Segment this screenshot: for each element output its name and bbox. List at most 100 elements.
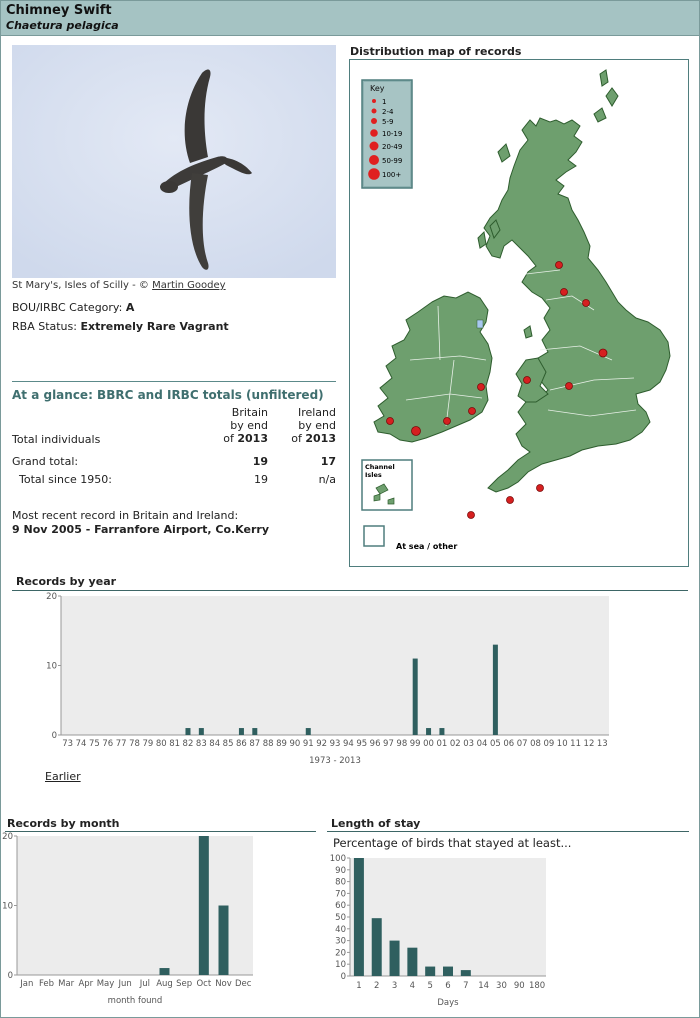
- month-xtick-label: Dec: [235, 979, 252, 989]
- year-xtick-label: 10: [557, 739, 568, 749]
- grand-total-label: Grand total:: [12, 455, 79, 468]
- key-item-3: 5-9: [382, 118, 393, 126]
- ireland-head-line3: of 2013: [291, 432, 336, 445]
- month-xtick-label: Oct: [196, 979, 211, 989]
- month-xtick-label: Mar: [58, 979, 75, 989]
- year-xtick-label: 77: [116, 739, 127, 749]
- year-xtick-label: 00: [423, 739, 434, 749]
- year-bar: [252, 728, 258, 735]
- glance-title: At a glance: BBRC and IRBC totals (unfil…: [12, 388, 324, 402]
- length-of-stay-chart: 01020304050607080901001 2 3 4 5 6 7 14 30 90 180Da…: [330, 854, 546, 1008]
- records-by-month-chart: 0 10 20 Jan Feb Mar Apr May Jun Jul Aug Sep Oct Nov De…: [2, 832, 253, 1006]
- species-common-name: Chimney Swift: [6, 3, 112, 18]
- photographer-link[interactable]: Martin Goodey: [152, 280, 226, 291]
- year-bar: [492, 644, 498, 735]
- total-individuals-label: Total individuals: [12, 433, 101, 446]
- stay-ytick-label: 20: [335, 948, 346, 958]
- year-xtick-label: 02: [450, 739, 461, 749]
- category-label: BOU/IRBC Category:: [12, 301, 126, 314]
- year-xtick-label: 79: [142, 739, 153, 749]
- records-by-month-title: Records by month: [7, 817, 120, 830]
- year-bar: [185, 728, 191, 735]
- month-xtick-label: Jun: [118, 979, 132, 989]
- year-xtick-label: 90: [289, 739, 300, 749]
- month-xtick-label: Feb: [39, 979, 54, 989]
- length-of-stay-subtitle: Percentage of birds that stayed at least…: [333, 836, 572, 850]
- stay-ytick-label: 40: [335, 925, 346, 935]
- stay-ytick-label: 30: [335, 937, 346, 947]
- ireland-head-line1: Ireland: [297, 406, 336, 419]
- year-xtick-label: 04: [477, 739, 488, 749]
- year-xtick-label: 93: [330, 739, 341, 749]
- earlier-link[interactable]: Earlier: [45, 770, 81, 783]
- month-bar: [198, 836, 209, 975]
- month-x-label: month found: [108, 996, 163, 1006]
- stay-xtick-label: 180: [529, 981, 545, 991]
- year-xtick-label: 84: [209, 739, 220, 749]
- year-xtick-label: 88: [263, 739, 274, 749]
- grand-total-ireland: 17: [320, 455, 336, 468]
- stay-bar: [460, 970, 471, 976]
- records-by-year-chart: 0102073 74 75 76 77 78 79 80 81 82 83 84 85 86 87 88 89 9…: [46, 592, 609, 766]
- map-title: Distribution map of records: [350, 45, 522, 58]
- month-xtick-label: Jul: [139, 979, 150, 989]
- at-sea-box: [363, 525, 385, 547]
- stay-xtick-label: 14: [478, 981, 489, 991]
- ireland-head-year: 2013: [305, 432, 336, 445]
- stay-ytick-label: 0: [341, 972, 346, 982]
- year-xtick-label: 73: [62, 739, 73, 749]
- year-plot-area: [61, 596, 609, 735]
- year-xtick-label: 06: [503, 739, 514, 749]
- since1950-ireland: n/a: [318, 473, 336, 486]
- year-xtick-label: 96: [370, 739, 381, 749]
- stay-ytick-label: 10: [335, 960, 346, 970]
- month-xtick-label: May: [97, 979, 115, 989]
- key-item-2: 2-4: [382, 108, 394, 116]
- stay-xtick-label: 5: [427, 981, 432, 991]
- britain-landmass: [483, 117, 671, 493]
- map-key: Key 1 2-4 5-9 10-19 20-49 50-99 100+: [361, 79, 413, 189]
- key-item-7: 100+: [382, 171, 401, 179]
- year-ytick-label: 20: [46, 592, 57, 602]
- year-xtick-label: 81: [169, 739, 180, 749]
- year-xtick-label: 86: [236, 739, 247, 749]
- stay-xtick-label: 3: [392, 981, 397, 991]
- year-xtick-label: 74: [76, 739, 87, 749]
- distribution-map[interactable]: Key 1 2-4 5-9 10-19 20-49 50-99 100+ Cha…: [349, 59, 689, 567]
- year-xtick-label: 80: [156, 739, 167, 749]
- year-xtick-label: 03: [463, 739, 474, 749]
- stay-ytick-label: 70: [335, 889, 346, 899]
- species-header: Chimney Swift Chaetura pelagica: [1, 1, 699, 36]
- year-xtick-label: 85: [223, 739, 234, 749]
- stay-bar: [407, 947, 418, 976]
- stay-xtick-label: 90: [514, 981, 525, 991]
- key-item-4: 10-19: [382, 130, 402, 138]
- year-xtick-label: 94: [343, 739, 354, 749]
- month-ytick-label: 20: [2, 832, 13, 842]
- rba-value: Extremely Rare Vagrant: [80, 320, 229, 333]
- year-xtick-label: 05: [490, 739, 501, 749]
- stay-xtick-label: 2: [374, 981, 379, 991]
- category-value: A: [125, 301, 135, 314]
- year-xtick-label: 11: [570, 739, 581, 749]
- rba-status-row: RBA Status: Extremely Rare Vagrant: [12, 320, 229, 333]
- year-ytick-label: 0: [52, 731, 57, 741]
- year-xtick-label: 12: [584, 739, 595, 749]
- key-item-1: 1: [382, 98, 386, 106]
- stay-ytick-label: 100: [330, 854, 346, 864]
- species-photo[interactable]: [12, 45, 336, 278]
- stay-xtick-label: 4: [410, 981, 415, 991]
- month-bar: [218, 905, 229, 975]
- year-bar: [305, 728, 311, 735]
- year-xtick-label: 98: [396, 739, 407, 749]
- most-recent-value: 9 Nov 2005 - Farranfore Airport, Co.Kerr…: [12, 523, 269, 536]
- year-ytick-label: 10: [46, 662, 57, 672]
- photo-caption: St Mary's, Isles of Scilly - © Martin Go…: [12, 280, 226, 291]
- stay-bar: [371, 918, 382, 976]
- year-x-label: 1973 - 2013: [309, 756, 361, 766]
- year-bar: [426, 728, 432, 735]
- year-xtick-label: 91: [303, 739, 314, 749]
- channel-isles-inset: Channel Isles: [361, 459, 413, 511]
- bird-image: [12, 45, 336, 278]
- stay-ytick-label: 90: [335, 866, 346, 876]
